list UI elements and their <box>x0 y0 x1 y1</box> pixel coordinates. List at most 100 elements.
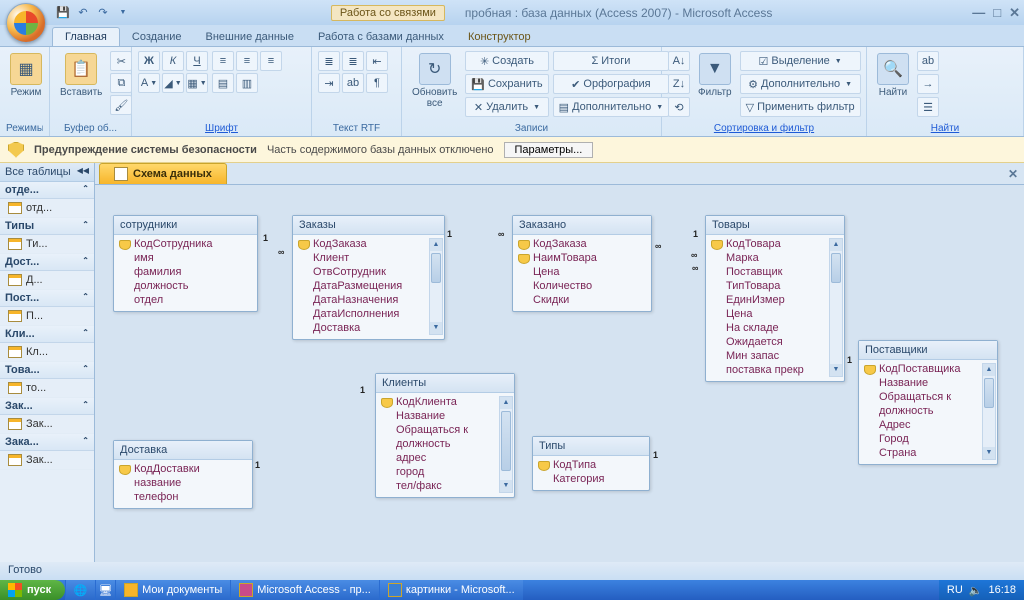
table-field[interactable]: Скидки <box>515 293 649 307</box>
rtf-more-icon[interactable]: ¶ <box>366 73 388 93</box>
security-options-button[interactable]: Параметры... <box>504 142 594 158</box>
table-field[interactable]: Страна <box>861 446 995 460</box>
save-icon[interactable]: 💾 <box>55 5 71 21</box>
select-icon[interactable]: ☰ <box>917 97 939 117</box>
scrollbar[interactable]: ▲▼ <box>499 396 513 493</box>
office-button[interactable] <box>6 3 46 43</box>
navpane-item[interactable]: П... <box>0 307 94 326</box>
table-field[interactable]: Количество <box>515 279 649 293</box>
table-field[interactable]: Клиент <box>295 251 442 265</box>
highlight-icon[interactable]: ab <box>342 73 364 93</box>
system-tray[interactable]: RU 🔈 16:18 <box>939 580 1024 600</box>
table-field[interactable]: город <box>378 465 512 479</box>
selection-filter-button[interactable]: ☑ Выделение▼ <box>740 51 861 71</box>
table-field[interactable]: На складе <box>708 321 842 335</box>
advanced-filter-button[interactable]: ⚙ Дополнительно▼ <box>740 74 861 94</box>
table-field[interactable]: имя <box>116 251 255 265</box>
totals-button[interactable]: Σ Итоги <box>553 51 670 71</box>
table-field[interactable]: Город <box>861 432 995 446</box>
navpane-item[interactable]: Д... <box>0 271 94 290</box>
tab-create[interactable]: Создание <box>120 28 194 46</box>
outdent-icon[interactable]: ⇥ <box>318 73 340 93</box>
table-field[interactable]: Мин запас <box>708 349 842 363</box>
save-record-button[interactable]: 💾 Сохранить <box>465 74 548 94</box>
more-records-button[interactable]: ▤ Дополнительно▼ <box>553 97 670 117</box>
group-label-sort[interactable]: Сортировка и фильтр <box>668 122 860 136</box>
table-field[interactable]: Марка <box>708 251 842 265</box>
table-tipy[interactable]: Типы КодТипаКатегория <box>532 436 650 491</box>
navpane-group[interactable]: Зак...⌃ <box>0 398 94 415</box>
align-center-icon[interactable]: ≡ <box>236 51 258 71</box>
table-field[interactable]: Цена <box>515 265 649 279</box>
italic-button[interactable]: К <box>162 51 184 71</box>
table-field[interactable]: отдел <box>116 293 255 307</box>
table-field[interactable]: Адрес <box>861 418 995 432</box>
table-field[interactable]: КодТипа <box>535 458 647 472</box>
copy-icon[interactable]: ⧉ <box>110 73 132 93</box>
table-field[interactable]: ТипТовара <box>708 279 842 293</box>
sort-asc-icon[interactable]: A↓ <box>668 51 690 71</box>
table-zakazano[interactable]: Заказано КодЗаказаНаимТовараЦенаКоличест… <box>512 215 652 312</box>
table-field[interactable]: фамилия <box>116 265 255 279</box>
table-field[interactable]: Ожидается <box>708 335 842 349</box>
clock[interactable]: 16:18 <box>988 584 1016 596</box>
numlist-icon[interactable]: ≣ <box>342 51 364 71</box>
paste-button[interactable]: 📋Вставить <box>56 51 106 100</box>
table-field[interactable]: должность <box>861 404 995 418</box>
table-field[interactable]: Обращаться к <box>861 390 995 404</box>
table-field[interactable]: КодСотрудника <box>116 237 255 251</box>
table-field[interactable]: Название <box>378 409 512 423</box>
font-color-icon[interactable]: A▼ <box>138 73 160 93</box>
table-field[interactable]: Название <box>861 376 995 390</box>
table-field[interactable]: Доставка <box>295 321 442 335</box>
view-button[interactable]: ▦Режим <box>6 51 46 100</box>
close-button[interactable]: ✕ <box>1009 5 1020 21</box>
scrollbar[interactable]: ▲▼ <box>982 363 996 460</box>
document-close-button[interactable]: ✕ <box>1008 167 1018 181</box>
maximize-button[interactable]: □ <box>993 5 1001 21</box>
table-field[interactable]: КодКлиента <box>378 395 512 409</box>
minimize-button[interactable]: — <box>972 5 985 21</box>
table-field[interactable]: должность <box>378 437 512 451</box>
align-left-icon[interactable]: ≡ <box>212 51 234 71</box>
table-field[interactable]: КодПоставщика <box>861 362 995 376</box>
format-painter-icon[interactable]: 🖌 <box>110 95 132 115</box>
table-sotrudniki[interactable]: сотрудники КодСотрудникаимяфамилиядолжно… <box>113 215 258 312</box>
navpane-group[interactable]: Кли...⌃ <box>0 326 94 343</box>
table-zakazy[interactable]: Заказы КодЗаказаКлиентОтвСотрудникДатаРа… <box>292 215 445 340</box>
tray-icon[interactable]: 🔈 <box>969 584 983 597</box>
table-field[interactable]: Цена <box>708 307 842 321</box>
navpane-group[interactable]: Това...⌃ <box>0 362 94 379</box>
table-field[interactable]: Обращаться к <box>378 423 512 437</box>
navpane-group[interactable]: Зака...⌃ <box>0 434 94 451</box>
undo-icon[interactable]: ↶ <box>75 5 91 21</box>
replace-icon[interactable]: ab <box>917 51 939 71</box>
group-label-font[interactable]: Шрифт <box>138 122 305 136</box>
alt-row-icon[interactable]: ▤ <box>212 73 234 93</box>
table-field[interactable]: Категория <box>535 472 647 486</box>
goto-icon[interactable]: → <box>917 74 939 94</box>
navpane-group[interactable]: Пост...⌃ <box>0 290 94 307</box>
document-tab-schema[interactable]: Схема данных <box>99 163 227 184</box>
lang-indicator[interactable]: RU <box>947 584 963 596</box>
delete-record-button[interactable]: ✕ Удалить▼ <box>465 97 548 117</box>
table-field[interactable]: ДатаРазмещения <box>295 279 442 293</box>
filter-button[interactable]: ▼Фильтр <box>694 51 736 100</box>
bold-button[interactable]: Ж <box>138 51 160 71</box>
table-dostavka[interactable]: Доставка КодДоставкиназваниетелефон <box>113 440 253 509</box>
navpane-item[interactable]: Зак... <box>0 451 94 470</box>
navpane-group[interactable]: отде...⌃ <box>0 182 94 199</box>
tab-home[interactable]: Главная <box>52 27 120 46</box>
group-label-find[interactable]: Найти <box>873 122 1017 136</box>
table-field[interactable]: КодТовара <box>708 237 842 251</box>
sort-desc-icon[interactable]: Z↓ <box>668 74 690 94</box>
table-field[interactable]: ЕдинИзмер <box>708 293 842 307</box>
tab-external[interactable]: Внешние данные <box>194 28 306 46</box>
find-button[interactable]: 🔍Найти <box>873 51 913 100</box>
indent-icon[interactable]: ⇤ <box>366 51 388 71</box>
table-tovary[interactable]: Товары КодТовараМаркаПоставщикТипТовараЕ… <box>705 215 845 382</box>
table-field[interactable]: тел/факс <box>378 479 512 493</box>
table-field[interactable]: Поставщик <box>708 265 842 279</box>
table-field[interactable]: должность <box>116 279 255 293</box>
table-field[interactable]: ОтвСотрудник <box>295 265 442 279</box>
